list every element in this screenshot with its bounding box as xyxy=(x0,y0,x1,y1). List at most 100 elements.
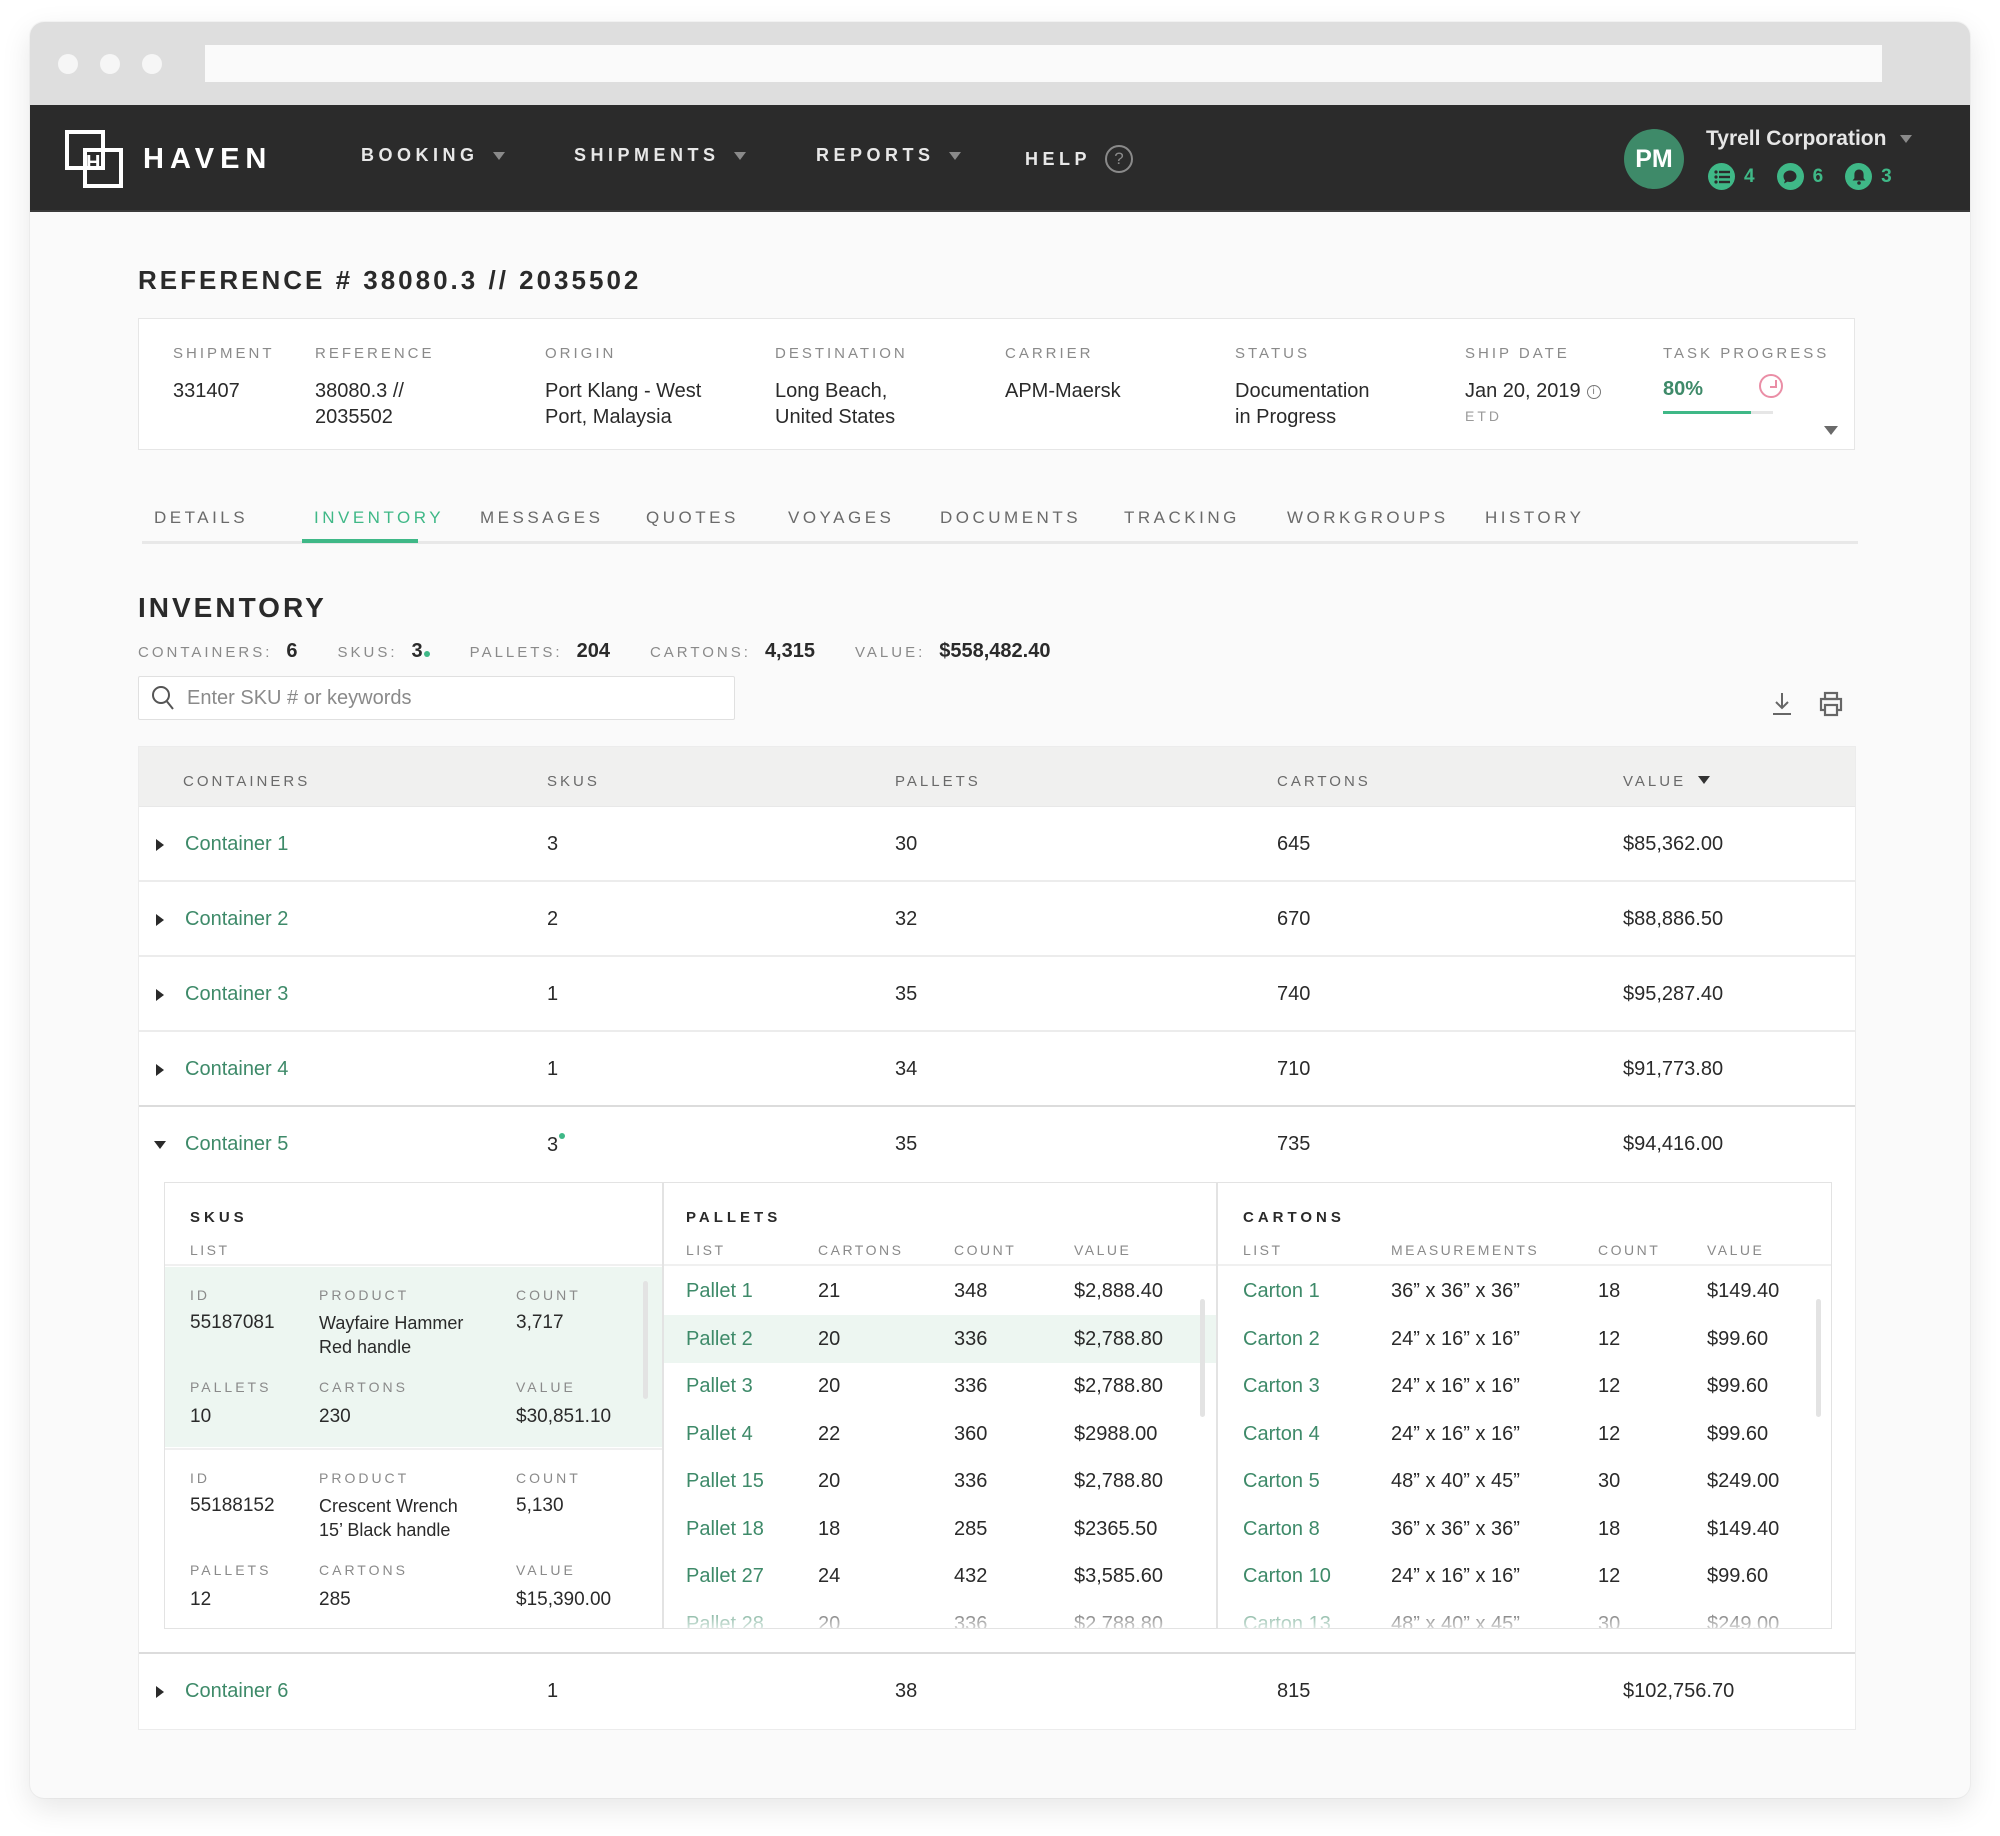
tab-details[interactable]: DETAILS xyxy=(154,508,248,528)
carton-link[interactable]: Carton 8 xyxy=(1243,1518,1320,1541)
expand-icon[interactable] xyxy=(156,1686,164,1698)
brand-logo[interactable]: H HAVEN xyxy=(65,130,272,188)
carton-link[interactable]: Carton 2 xyxy=(1243,1328,1320,1351)
pallet-row[interactable]: Pallet 15 20 336 $2,788.80 xyxy=(664,1457,1216,1505)
column-header-value[interactable]: VALUE xyxy=(1623,773,1711,790)
tab-messages[interactable]: MESSAGES xyxy=(480,508,603,528)
pallet-link[interactable]: Pallet 2 xyxy=(686,1328,753,1351)
pallet-row[interactable]: Pallet 18 18 285 $2365.50 xyxy=(664,1505,1216,1553)
table-row[interactable]: Container 2 2 32 670 $88,886.50 xyxy=(139,882,1855,957)
column-header-skus[interactable]: SKUS xyxy=(547,773,600,790)
expand-icon[interactable] xyxy=(156,989,164,1001)
column-header-containers[interactable]: CONTAINERS xyxy=(183,773,310,790)
pallet-row[interactable]: Pallet 1 21 348 $2,888.40 xyxy=(664,1267,1216,1315)
container-link[interactable]: Container 5 xyxy=(185,1133,288,1156)
window-minimize-dot[interactable] xyxy=(100,54,120,74)
pallet-link[interactable]: Pallet 3 xyxy=(686,1375,753,1398)
expand-icon[interactable] xyxy=(156,914,164,926)
cartons-scrollbar[interactable] xyxy=(1816,1299,1821,1417)
expand-icon[interactable] xyxy=(156,1064,164,1076)
container-link[interactable]: Container 1 xyxy=(185,833,288,856)
expand-icon[interactable] xyxy=(156,839,164,851)
download-icon[interactable] xyxy=(1770,690,1794,718)
pallets-scrollbar[interactable] xyxy=(1200,1299,1205,1417)
nav-reports[interactable]: REPORTS xyxy=(816,145,961,166)
column-header-cartons[interactable]: CARTONS xyxy=(1277,773,1371,790)
tab-history[interactable]: HISTORY xyxy=(1485,508,1584,528)
skus-scrollbar[interactable] xyxy=(643,1281,648,1399)
pallet-link[interactable]: Pallet 27 xyxy=(686,1565,764,1588)
pallet-count: 336 xyxy=(954,1470,988,1492)
container-link[interactable]: Container 2 xyxy=(185,908,288,931)
nav-booking[interactable]: BOOKING xyxy=(361,145,505,166)
carton-link[interactable]: Carton 13 xyxy=(1243,1613,1331,1629)
organization-switcher[interactable]: Tyrell Corporation xyxy=(1706,127,1913,151)
pallet-row[interactable]: Pallet 28 20 336 $2,788.80 xyxy=(664,1600,1216,1629)
pallet-row[interactable]: Pallet 27 24 432 $3,585.60 xyxy=(664,1552,1216,1600)
pallet-row[interactable]: Pallet 3 20 336 $2,788.80 xyxy=(664,1362,1216,1410)
summary-expand-toggle[interactable] xyxy=(1824,426,1838,435)
carton-count: 12 xyxy=(1598,1375,1621,1397)
search-input[interactable] xyxy=(187,686,707,710)
summary-task-progress: TASK PROGRESS 80% xyxy=(1663,345,1829,414)
table-row[interactable]: Container 4 1 34 710 $91,773.80 xyxy=(139,1032,1855,1107)
pallet-link[interactable]: Pallet 28 xyxy=(686,1613,764,1629)
carton-row[interactable]: Carton 2 24” x 16” x 16” 12 $99.60 xyxy=(1218,1315,1831,1363)
haven-logo-icon: H xyxy=(65,130,123,188)
carton-row[interactable]: Carton 8 36” x 36” x 36” 18 $149.40 xyxy=(1218,1505,1831,1553)
alerts-count: 3 xyxy=(1881,165,1892,187)
pallet-row[interactable]: Pallet 4 22 360 $2988.00 xyxy=(664,1410,1216,1458)
container-link[interactable]: Container 6 xyxy=(185,1680,288,1703)
tasks-badge[interactable]: 4 xyxy=(1708,163,1755,190)
table-row[interactable]: Container 1 3 30 645 $85,362.00 xyxy=(139,807,1855,882)
carton-measurements: 24” x 16” x 16” xyxy=(1391,1565,1520,1587)
carton-link[interactable]: Carton 1 xyxy=(1243,1280,1320,1303)
print-icon[interactable] xyxy=(1818,690,1844,718)
nav-help[interactable]: HELP ? xyxy=(1025,145,1134,173)
clock-icon[interactable] xyxy=(1759,374,1783,398)
collapse-icon[interactable] xyxy=(154,1141,166,1149)
container-link[interactable]: Container 4 xyxy=(185,1058,288,1081)
table-row[interactable]: Container 6 1 38 815 $102,756.70 xyxy=(139,1654,1855,1729)
stat-skus: SKUS: 3 xyxy=(338,640,430,663)
browser-chrome xyxy=(30,22,1970,105)
pallet-link[interactable]: Pallet 15 xyxy=(686,1470,764,1493)
carton-row[interactable]: Carton 1 36” x 36” x 36” 18 $149.40 xyxy=(1218,1267,1831,1315)
carton-row[interactable]: Carton 3 24” x 16” x 16” 12 $99.60 xyxy=(1218,1362,1831,1410)
carton-link[interactable]: Carton 4 xyxy=(1243,1423,1320,1446)
pallet-link[interactable]: Pallet 18 xyxy=(686,1518,764,1541)
pallet-link[interactable]: Pallet 4 xyxy=(686,1423,753,1446)
user-avatar[interactable]: PM xyxy=(1624,129,1684,189)
tab-workgroups[interactable]: WORKGROUPS xyxy=(1287,508,1449,528)
pallet-link[interactable]: Pallet 1 xyxy=(686,1280,753,1303)
address-bar[interactable] xyxy=(205,45,1882,82)
carton-value: $249.00 xyxy=(1707,1470,1780,1492)
carton-row[interactable]: Carton 10 24” x 16” x 16” 12 $99.60 xyxy=(1218,1552,1831,1600)
carton-link[interactable]: Carton 10 xyxy=(1243,1565,1331,1588)
info-icon[interactable]: i xyxy=(1586,385,1601,399)
tab-voyages[interactable]: VOYAGES xyxy=(788,508,894,528)
shipment-summary-card: SHIPMENT 331407 REFERENCE 38080.3 //2035… xyxy=(138,318,1855,450)
container-link[interactable]: Container 3 xyxy=(185,983,288,1006)
carton-row[interactable]: Carton 13 48” x 40” x 45” 30 $249.00 xyxy=(1218,1600,1831,1629)
sku-card[interactable]: ID PRODUCT COUNT 55188152 Crescent Wrenc… xyxy=(165,1448,662,1628)
messages-badge[interactable]: 6 xyxy=(1776,163,1823,190)
pallet-value: $2988.00 xyxy=(1074,1422,1158,1445)
sku-card[interactable]: ID PRODUCT COUNT 55187081 Wayfaire Hamme… xyxy=(165,1267,662,1447)
nav-shipments[interactable]: SHIPMENTS xyxy=(574,145,746,166)
carton-link[interactable]: Carton 3 xyxy=(1243,1375,1320,1398)
carton-row[interactable]: Carton 4 24” x 16” x 16” 12 $99.60 xyxy=(1218,1410,1831,1458)
tab-quotes[interactable]: QUOTES xyxy=(646,508,739,528)
window-zoom-dot[interactable] xyxy=(142,54,162,74)
window-close-dot[interactable] xyxy=(58,54,78,74)
carton-link[interactable]: Carton 5 xyxy=(1243,1470,1320,1493)
tab-tracking[interactable]: TRACKING xyxy=(1124,508,1240,528)
table-row[interactable]: Container 3 1 35 740 $95,287.40 xyxy=(139,957,1855,1032)
carton-row[interactable]: Carton 5 48” x 40” x 45” 30 $249.00 xyxy=(1218,1457,1831,1505)
tab-inventory[interactable]: INVENTORY xyxy=(314,508,444,528)
alerts-badge[interactable]: 3 xyxy=(1845,163,1892,190)
column-header-pallets[interactable]: PALLETS xyxy=(895,773,981,790)
pallet-row[interactable]: Pallet 2 20 336 $2,788.80 xyxy=(664,1314,1216,1363)
table-row-expanded[interactable]: Container 5 3 35 735 $94,416.00 xyxy=(139,1107,1855,1182)
tab-documents[interactable]: DOCUMENTS xyxy=(940,508,1081,528)
